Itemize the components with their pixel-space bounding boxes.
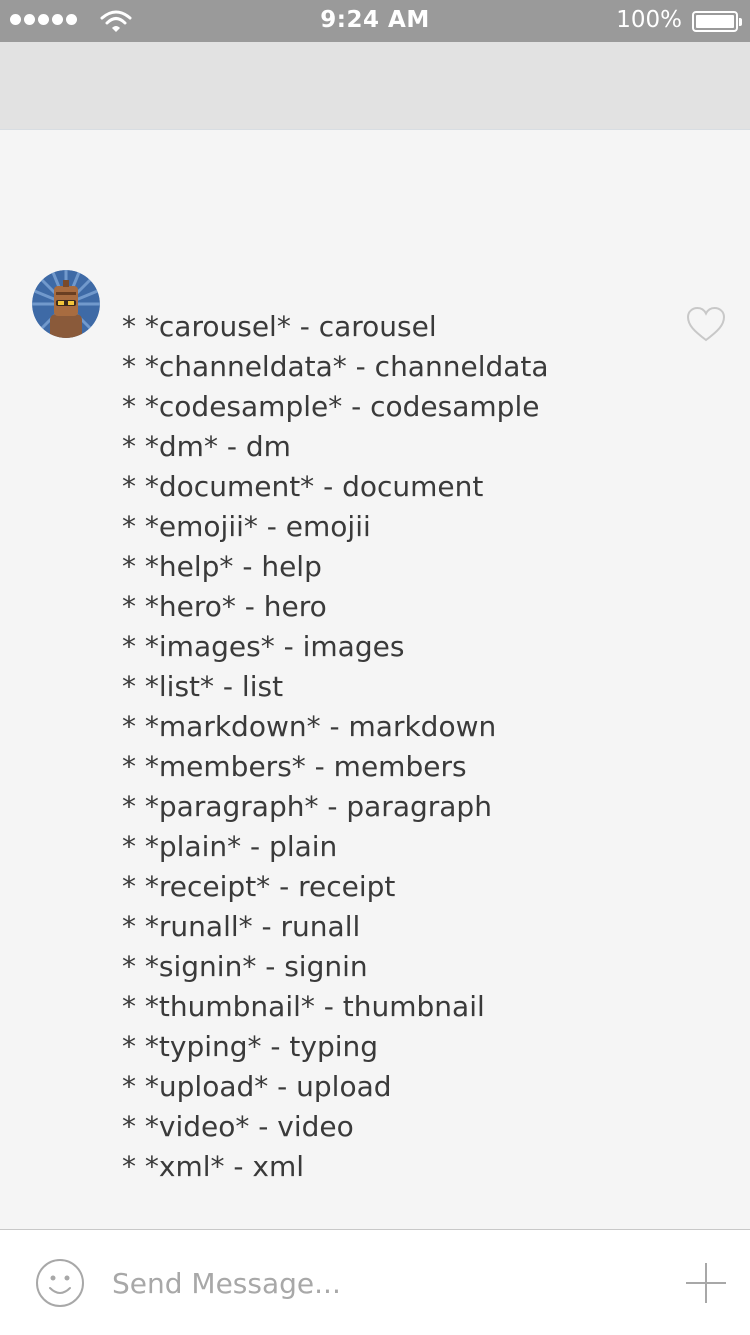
message-line: * *typing* - typing [122,1030,379,1063]
message-line: * *xml* - xml [122,1150,305,1183]
navigation-header [0,42,750,130]
message-line: * *hero* - hero [122,590,327,623]
message-line: * *emojii* - emojii [122,510,371,543]
message-line: * *help* - help [122,550,322,583]
message-line: * *paragraph* - paragraph [122,790,492,823]
message-line: * *thumbnail* - thumbnail [122,990,485,1023]
send-message-input[interactable] [112,1261,652,1305]
message-line: * *codesample* - codesample [122,390,540,423]
message-text: * *carousel* - carousel * *channeldata* -… [122,307,549,1187]
message-line: * *receipt* - receipt [122,870,396,903]
status-bar: 9:24 AM 100% [0,0,750,42]
battery-icon [692,11,742,32]
message-line: * *dm* - dm [122,430,291,463]
message-composer [0,1229,750,1335]
smiley-icon[interactable] [35,1258,85,1308]
message-line: * *signin* - signin [122,950,368,983]
message-line: * *document* - document [122,470,484,503]
message-line: * *members* - members [122,750,467,783]
message-line: * *runall* - runall [122,910,361,943]
battery-percent: 100% [616,7,682,33]
heart-outline-icon[interactable] [686,306,726,344]
message-line: * *markdown* - markdown [122,710,497,743]
message-line: * *upload* - upload [122,1070,392,1103]
message-line: * *images* - images [122,630,405,663]
message-line: * *plain* - plain [122,830,338,863]
plus-icon[interactable] [684,1261,728,1305]
message-line: * *video* - video [122,1110,354,1143]
message-line: * *carousel* - carousel [122,310,437,343]
message-line: * *channeldata* - channeldata [122,350,549,383]
message-line: * *list* - list [122,670,284,703]
robot-avatar-icon[interactable] [32,270,100,338]
